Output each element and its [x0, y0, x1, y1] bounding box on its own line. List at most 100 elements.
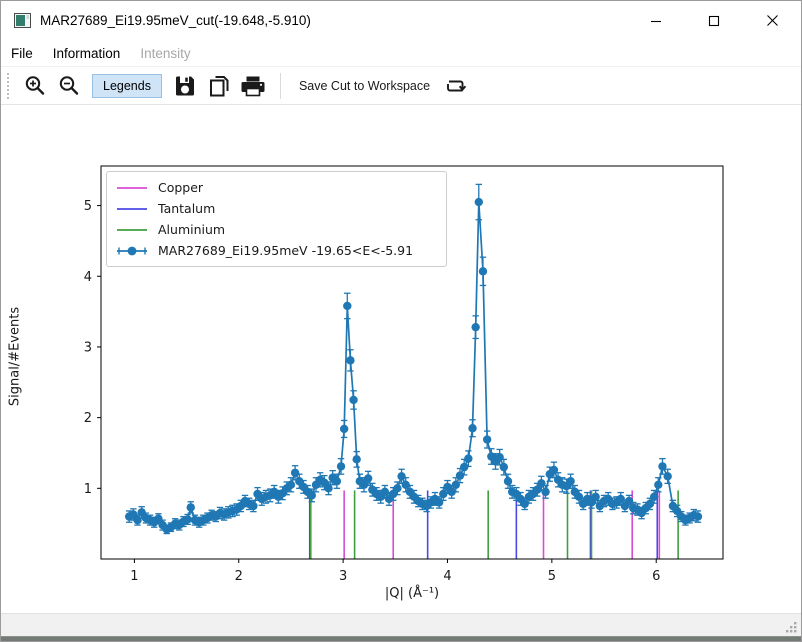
data-point: [183, 515, 191, 523]
plot-legend[interactable]: Copper Tantalum Aluminium MAR27689_Ei19.95m…: [106, 171, 447, 267]
y-axis-ticks: 1 2 3 4 5: [84, 199, 101, 497]
legend-entry-aluminium: Aluminium: [115, 219, 437, 240]
y-tick-label: 4: [84, 270, 92, 285]
legend-entry-copper: Copper: [115, 177, 437, 198]
data-point: [402, 481, 410, 489]
y-tick-label: 1: [84, 482, 92, 497]
toolbar-separator: [280, 73, 281, 99]
legend-label: MAR27689_Ei19.95meV -19.65<E<-5.91: [158, 243, 413, 258]
y-tick-label: 5: [84, 199, 92, 214]
maximize-button[interactable]: [685, 1, 743, 40]
app-window: MAR27689_Ei19.95meV_cut(-19.648,-5.910): [0, 0, 802, 642]
data-point: [456, 471, 464, 479]
copy-button[interactable]: [202, 71, 236, 101]
data-point: [439, 490, 447, 498]
data-point: [483, 435, 491, 443]
title-bar[interactable]: MAR27689_Ei19.95meV_cut(-19.648,-5.910): [1, 1, 801, 40]
zoom-out-icon: [56, 73, 82, 99]
data-point: [291, 469, 299, 477]
data-point: [694, 512, 702, 520]
data-point: [654, 481, 662, 489]
data-point: [550, 466, 558, 474]
rename-loop-button[interactable]: [438, 71, 472, 101]
legend-marker: [128, 246, 137, 255]
data-point: [460, 463, 468, 471]
data-point: [187, 503, 195, 511]
data-point: [337, 462, 345, 470]
save-figure-button[interactable]: [168, 71, 202, 101]
data-point: [646, 500, 654, 508]
data-point: [500, 463, 508, 471]
window-bottom-edge: [1, 636, 801, 641]
zoom-in-button[interactable]: [18, 71, 52, 101]
legend-entry-mar27689: MAR27689_Ei19.95meV -19.65<E<-5.91: [115, 240, 437, 261]
print-icon: [240, 74, 266, 98]
save-icon: [173, 74, 197, 98]
x-axis-label: |Q| (Å⁻¹): [312, 586, 512, 601]
resize-grip[interactable]: [785, 621, 798, 634]
legend-label: Aluminium: [158, 222, 225, 237]
data-point: [447, 488, 455, 496]
minimize-button[interactable]: [627, 1, 685, 40]
y-tick-label: 2: [84, 411, 92, 426]
legend-label: Tantalum: [158, 201, 215, 216]
data-point: [287, 481, 295, 489]
menu-intensity: Intensity: [130, 42, 200, 65]
data-point: [663, 472, 671, 480]
legend-label: Copper: [158, 180, 203, 195]
minimize-icon: [650, 15, 662, 27]
data-point: [495, 453, 503, 461]
x-tick-label: 5: [548, 569, 556, 584]
data-point: [468, 424, 476, 432]
data-point: [308, 491, 316, 499]
app-icon: [14, 13, 31, 28]
data-point: [133, 516, 141, 524]
data-point: [658, 462, 666, 470]
toolbar-drag-handle[interactable]: [6, 73, 10, 99]
y-tick-label: 3: [84, 340, 92, 355]
data-point: [343, 302, 351, 310]
legend-entry-tantalum: Tantalum: [115, 198, 437, 219]
data-point: [397, 472, 405, 480]
y-axis-label: Signal/#Events: [8, 247, 23, 467]
data-point: [479, 267, 487, 275]
data-point: [617, 495, 625, 503]
x-tick-label: 4: [443, 569, 451, 584]
data-point: [541, 488, 549, 496]
data-point: [340, 425, 348, 433]
window-title: MAR27689_Ei19.95meV_cut(-19.648,-5.910): [40, 13, 311, 28]
data-point: [249, 502, 257, 510]
print-button[interactable]: [236, 71, 270, 101]
close-button[interactable]: [743, 1, 801, 40]
legend-swatch: [115, 223, 149, 237]
menu-information[interactable]: Information: [43, 42, 131, 65]
data-point: [435, 498, 443, 506]
data-point: [464, 454, 472, 462]
menu-file[interactable]: File: [1, 42, 43, 65]
loop-icon: [443, 75, 467, 97]
copy-icon: [207, 74, 231, 98]
save-cut-to-workspace-button[interactable]: Save Cut to Workspace: [291, 71, 438, 101]
data-point: [537, 479, 545, 487]
data-point: [475, 198, 483, 206]
zoom-out-button[interactable]: [52, 71, 86, 101]
data-point: [471, 323, 479, 331]
data-point: [393, 484, 401, 492]
maximize-icon: [708, 15, 720, 27]
legend-swatch: [115, 244, 149, 258]
x-tick-label: 3: [339, 569, 347, 584]
menu-bar: File Information Intensity: [1, 40, 801, 67]
legend-swatch: [115, 202, 149, 216]
data-point: [625, 497, 633, 505]
data-point: [650, 493, 658, 501]
x-tick-label: 1: [130, 569, 138, 584]
data-point: [381, 488, 389, 496]
legends-button[interactable]: Legends: [92, 74, 162, 98]
close-icon: [766, 14, 779, 27]
data-point: [349, 396, 357, 404]
toolbar: Legends Save Cut to Work: [1, 67, 801, 105]
plot-canvas[interactable]: 12345612345 Signal/#Events |Q| (Å⁻¹) Cop…: [1, 105, 802, 616]
x-tick-label: 2: [235, 569, 243, 584]
legend-swatch: [115, 181, 149, 195]
data-point: [333, 477, 341, 485]
